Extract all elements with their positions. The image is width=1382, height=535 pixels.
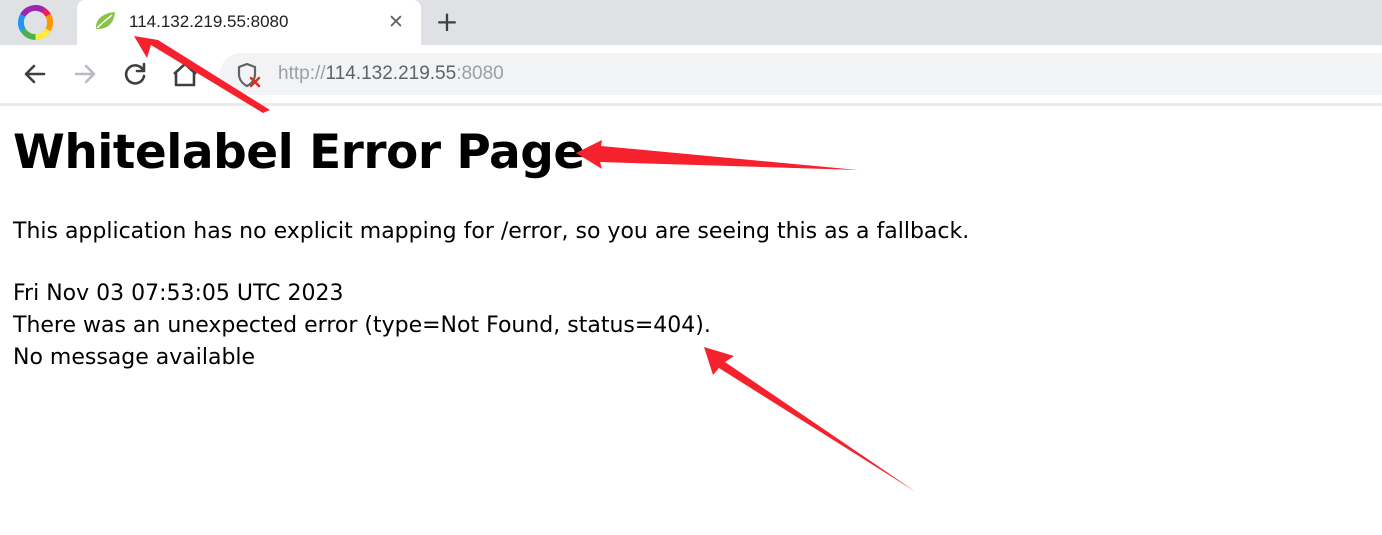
address-bar[interactable]: http://114.132.219.55:8080 <box>220 53 1382 95</box>
url-port: :8080 <box>456 63 504 84</box>
tab-strip: 114.132.219.55:8080 ✕ + <box>0 0 1382 45</box>
error-details: Fri Nov 03 07:53:05 UTC 2023 There was a… <box>13 278 711 374</box>
error-timestamp: Fri Nov 03 07:53:05 UTC 2023 <box>13 281 344 306</box>
home-icon[interactable] <box>170 59 200 89</box>
arrow-right-icon[interactable] <box>70 59 100 89</box>
new-tab-button[interactable]: + <box>432 7 462 37</box>
browser-toolbar: http://114.132.219.55:8080 <box>0 45 1382 106</box>
annotation-arrow-status <box>704 347 916 492</box>
page-title: Whitelabel Error Page <box>13 125 585 180</box>
browser-logo-icon[interactable] <box>18 5 53 40</box>
error-status-line: There was an unexpected error (type=Not … <box>13 313 711 338</box>
not-secure-shield-icon[interactable] <box>236 62 262 88</box>
url-host: 114.132.219.55 <box>325 63 457 84</box>
url-text[interactable]: http://114.132.219.55:8080 <box>278 63 504 85</box>
error-description: This application has no explicit mapping… <box>13 219 970 244</box>
tab-title: 114.132.219.55:8080 <box>129 12 289 31</box>
close-icon[interactable]: ✕ <box>383 9 409 35</box>
spring-leaf-icon <box>95 12 115 29</box>
error-message-line: No message available <box>13 345 256 370</box>
page-content: Whitelabel Error Page This application h… <box>13 118 1313 370</box>
url-scheme: http:// <box>278 63 326 84</box>
active-tab[interactable]: 114.132.219.55:8080 ✕ <box>77 0 421 45</box>
arrow-left-icon[interactable] <box>20 59 50 89</box>
reload-icon[interactable] <box>120 59 150 89</box>
